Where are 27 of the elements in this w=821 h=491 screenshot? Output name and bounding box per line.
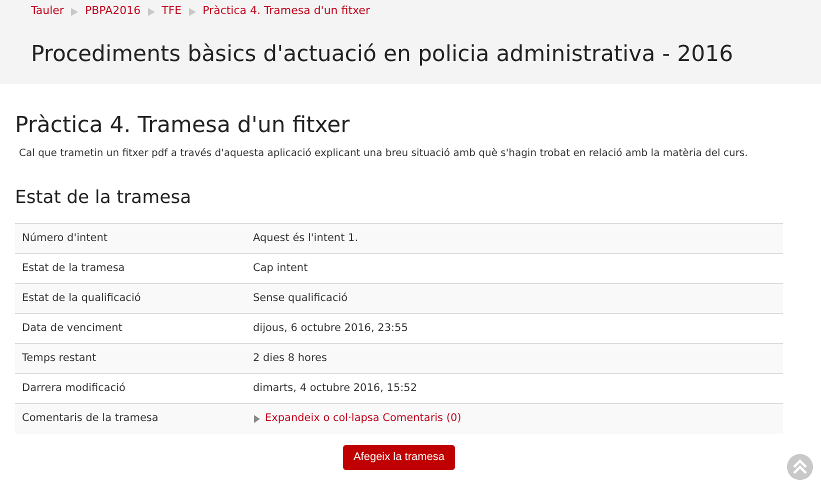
scroll-to-top-icon[interactable] [787, 454, 813, 480]
breadcrumb-link[interactable]: PBPA2016 [84, 3, 141, 20]
row-label: Darrera modificació [21, 380, 126, 396]
breadcrumb-link[interactable]: Tauler [31, 3, 64, 20]
breadcrumb-link[interactable]: TFE [162, 3, 182, 20]
expand-comments-link[interactable]: Expandeix o col·lapsa Comentaris (0) [265, 411, 462, 427]
breadcrumb-separator-icon [188, 8, 196, 16]
page-heading: Pràctica 4. Tramesa d'un fitxer [15, 112, 351, 140]
add-submission-button[interactable]: Afegeix la tramesa [343, 445, 455, 470]
row-label: Número d'intent [21, 230, 109, 246]
row-label: Estat de la qualificació [21, 290, 142, 306]
row-label: Comentaris de la tramesa [21, 411, 160, 426]
section-heading: Estat de la tramesa [15, 186, 192, 210]
breadcrumb-separator-icon [70, 8, 78, 16]
row-value: Aquest és l'intent 1. [253, 230, 358, 246]
row-value: dimarts, 4 octubre 2016, 15:52 [253, 380, 418, 396]
course-title: Procediments bàsics d'actuació en policia administrativa - 2016 [31, 41, 734, 69]
row-label: Data de venciment [21, 320, 124, 336]
row-value: 2 dies 8 hores [253, 350, 327, 366]
breadcrumb-link[interactable]: Pràctica 4. Tramesa d'un fitxer [202, 3, 370, 20]
row-label: Estat de la tramesa [21, 260, 126, 276]
row-value: Sense qualificació [253, 290, 348, 306]
row-value: dijous, 6 octubre 2016, 23:55 [253, 320, 408, 336]
row-value: Cap intent [253, 260, 308, 276]
description: Cal que trametin un fitxer pdf a través d'aquesta aplicació explicant una breu situació amb què s'hagin trobat en relació amb la matèria del curs. [19, 147, 749, 161]
row-label: Temps restant [21, 350, 98, 366]
breadcrumb-separator-icon [148, 8, 155, 16]
